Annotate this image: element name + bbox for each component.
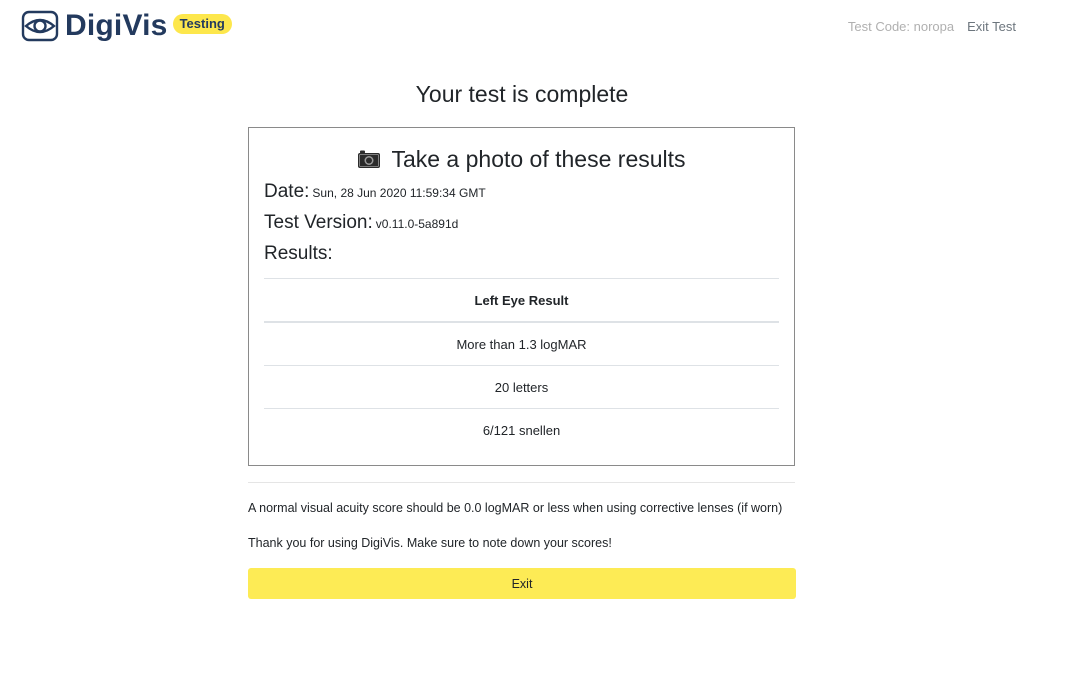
date-label: Date:: [264, 181, 310, 202]
version-value: v0.11.0-5a891d: [375, 217, 459, 231]
exit-test-link[interactable]: Exit Test: [967, 19, 1016, 34]
table-row: 20 letters: [264, 366, 779, 409]
results-label: Results:: [264, 243, 333, 264]
exit-button[interactable]: Exit: [248, 568, 796, 599]
thank-you-note: Thank you for using DigiVis. Make sure t…: [248, 536, 612, 550]
version-label: Test Version:: [264, 212, 373, 233]
camera-icon: [358, 150, 381, 168]
brand[interactable]: DigiVis Testing: [20, 10, 232, 42]
testing-badge: Testing: [172, 14, 232, 34]
table-row: 6/121 snellen: [482, 422, 561, 438]
results-card: Take a photo of these results Date: Sun, …: [248, 127, 795, 466]
results-table: Left Eye Result More than 1.3 logMAR 20 …: [264, 278, 779, 451]
date-line: Date: Sun, 28 Jun 2020 11:59:34 GMT: [264, 181, 794, 204]
nav-right: Test Code: noropa Exit Test: [848, 19, 1016, 34]
version-line: Test Version: v0.11.0-5a891d: [264, 212, 794, 235]
navbar: DigiVis Testing Test Code: noropa Exit T…: [0, 0, 1080, 56]
table-row: More than 1.3 logMAR: [264, 323, 779, 366]
date-value: Sun, 28 Jun 2020 11:59:34 GMT: [312, 186, 486, 200]
results-line: Results:: [264, 243, 794, 266]
test-code: Test Code: noropa: [847, 19, 955, 34]
eye-logo-icon: [21, 10, 59, 42]
table-header: Left Eye Result: [264, 279, 779, 323]
brand-name: DigiVis: [65, 9, 168, 42]
page-title: Your test is complete: [415, 81, 629, 107]
divider: [248, 482, 795, 483]
acuity-note: A normal visual acuity score should be 0…: [248, 501, 783, 515]
card-heading-text: Take a photo of these results: [391, 146, 686, 172]
card-heading: Take a photo of these results: [249, 145, 794, 173]
